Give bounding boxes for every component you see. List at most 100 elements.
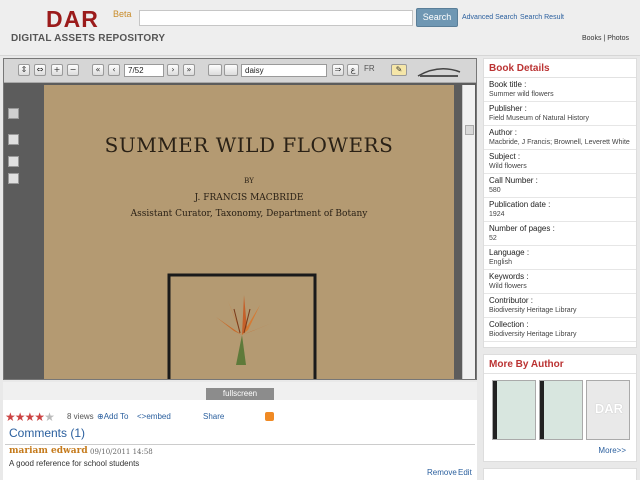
french-language-link[interactable]: FR (364, 64, 375, 73)
rating-stars[interactable]: ★★★★★ (5, 410, 55, 424)
advanced-search-link[interactable]: Advanced Search (462, 14, 517, 21)
detail-value[interactable]: Wild flowers (489, 282, 631, 291)
detail-row: Number of pages :52 (484, 222, 636, 246)
add-to-link[interactable]: ⊕Add To (97, 412, 128, 421)
search-result-link[interactable]: Search Result (520, 14, 564, 21)
embed-label: embed (146, 412, 171, 421)
detail-row: Publication date :1924 (484, 198, 636, 222)
detail-row: Subject : Wild flowers (484, 150, 636, 174)
detail-value[interactable]: Biodiversity Heritage Library (489, 330, 631, 339)
detail-value[interactable]: Field Museum of Natural History (489, 114, 631, 123)
share-link[interactable]: Share (203, 412, 224, 421)
star-icon[interactable]: ★ (5, 410, 16, 424)
detail-value[interactable]: Biodiversity Heritage Library (489, 306, 631, 315)
scanned-page[interactable]: SUMMER WILD FLOWERS BY J. FRANCIS MACBRI… (44, 85, 454, 379)
search-button[interactable]: Search (416, 8, 458, 27)
site-subtitle: DIGITAL ASSETS REPOSITORY (11, 33, 166, 44)
page-title: SUMMER WILD FLOWERS (104, 133, 394, 157)
last-page-icon[interactable]: » (183, 64, 195, 76)
books-link[interactable]: Books (582, 35, 601, 42)
nav-separator: | (603, 35, 606, 42)
detail-label: Number of pages : (489, 224, 555, 233)
page-author: J. FRANCIS MACBRIDE (194, 193, 304, 203)
comment-date: 09/10/2011 14:58 (90, 448, 153, 456)
notes-icon[interactable]: ✎ (391, 64, 407, 76)
edit-comment-link[interactable]: Edit (458, 468, 472, 477)
previous-page-icon[interactable]: ‹ (108, 64, 120, 76)
beta-label: Beta (113, 9, 132, 19)
detail-row: Collection : Biodiversity Heritage Librar… (484, 318, 636, 342)
detail-label: Call Number : (489, 176, 538, 185)
book-thumbnail[interactable] (492, 380, 536, 440)
first-page-icon[interactable]: « (92, 64, 104, 76)
next-page-icon[interactable]: › (167, 64, 179, 76)
site-logo[interactable]: DAR (46, 6, 99, 33)
detail-label: Language : (489, 248, 530, 257)
search-input[interactable] (139, 10, 413, 26)
book-details-list: Book title : Summer wild flowers Publisher… (484, 78, 636, 342)
zoom-out-icon[interactable]: − (67, 64, 79, 76)
book-details-title: Book Details (484, 59, 636, 78)
up-down-icon[interactable]: ⇕ (18, 64, 30, 76)
single-page-icon[interactable] (208, 64, 222, 76)
find-field[interactable]: daisy (241, 64, 327, 77)
star-icon[interactable]: ★ (44, 410, 55, 424)
detail-value[interactable]: 1924 (489, 210, 631, 219)
detail-value[interactable]: English (489, 258, 631, 267)
detail-label: Publication date : (489, 200, 551, 209)
detail-label: Contributor : (489, 296, 534, 305)
detail-row: Keywords : Wild flowers (484, 270, 636, 294)
detail-value[interactable]: 580 (489, 186, 631, 195)
detail-row: Book title : Summer wild flowers (484, 78, 636, 102)
page-by: BY (244, 177, 254, 185)
book-details-panel: Book Details Book title : Summer wild flo… (483, 58, 637, 348)
comment-user[interactable]: mariam edward (9, 446, 88, 456)
scrollbar-thumb[interactable] (465, 125, 474, 135)
fullscreen-bar: fullscreen (3, 382, 477, 400)
left-right-icon[interactable]: ⇔ (34, 64, 46, 76)
author-thumbnails: DAR (492, 380, 634, 442)
comment-text: A good reference for school students (9, 459, 140, 468)
rss-icon[interactable] (265, 412, 274, 421)
detail-label: Author : (489, 128, 518, 137)
find-go-icon[interactable]: ⇒ (332, 64, 344, 76)
comments-divider (5, 444, 475, 445)
arabic-text-icon[interactable]: ع (347, 64, 359, 76)
thumbnail-logo: DAR (594, 401, 624, 416)
viewer-side-tools (4, 84, 26, 379)
detail-value[interactable]: Summer wild flowers (489, 90, 631, 99)
double-page-icon[interactable] (224, 64, 238, 76)
remove-comment-link[interactable]: Remove (427, 468, 457, 477)
more-link[interactable]: More>> (598, 446, 626, 455)
detail-row: Publisher : Field Museum of Natural Histo… (484, 102, 636, 126)
page-view-icon[interactable] (8, 156, 19, 167)
photos-link[interactable]: Photos (607, 35, 629, 42)
viewer-scrollbar[interactable] (462, 85, 475, 379)
book-thumbnail[interactable]: DAR (586, 380, 630, 440)
detail-label: Book title : (489, 80, 527, 89)
thumbnail-view-icon[interactable] (8, 173, 19, 184)
detail-row: Author : Macbride, J Francis; Brownell, L… (484, 126, 636, 150)
page-position: Assistant Curator, Taxonomy, Department … (130, 209, 368, 219)
book-view-icon[interactable] (8, 134, 19, 145)
detail-value[interactable]: Macbride, J Francis; Brownell, Leverett … (489, 138, 631, 147)
zoom-in-icon[interactable]: + (51, 64, 63, 76)
book-thumbnail[interactable] (539, 380, 583, 440)
comments-title: Comments (1) (9, 426, 86, 440)
book-viewer: ⇕ ⇔ + − « ‹ 7/52 › » daisy ⇒ ع FR ✎ SUMM… (3, 58, 477, 380)
fullscreen-button[interactable]: fullscreen (206, 388, 274, 400)
more-by-author-title: More By Author (484, 355, 636, 374)
embed-link[interactable]: <>embed (137, 412, 171, 421)
detail-row: Call Number :580 (484, 174, 636, 198)
grid-view-icon[interactable] (8, 108, 19, 119)
detail-row: Contributor : Biodiversity Heritage Libra… (484, 294, 636, 318)
detail-value[interactable]: 52 (489, 234, 631, 243)
detail-label: Collection : (489, 320, 529, 329)
book-meta-section: ★★★★★ 8 views ⊕Add To <>embed Share Comm… (3, 400, 477, 480)
star-icon[interactable]: ★ (34, 410, 45, 424)
star-icon[interactable]: ★ (25, 410, 36, 424)
star-icon[interactable]: ★ (15, 410, 26, 424)
detail-value[interactable]: Wild flowers (489, 162, 631, 171)
page-number-field[interactable]: 7/52 (124, 64, 164, 77)
flower-illustration (167, 273, 317, 379)
